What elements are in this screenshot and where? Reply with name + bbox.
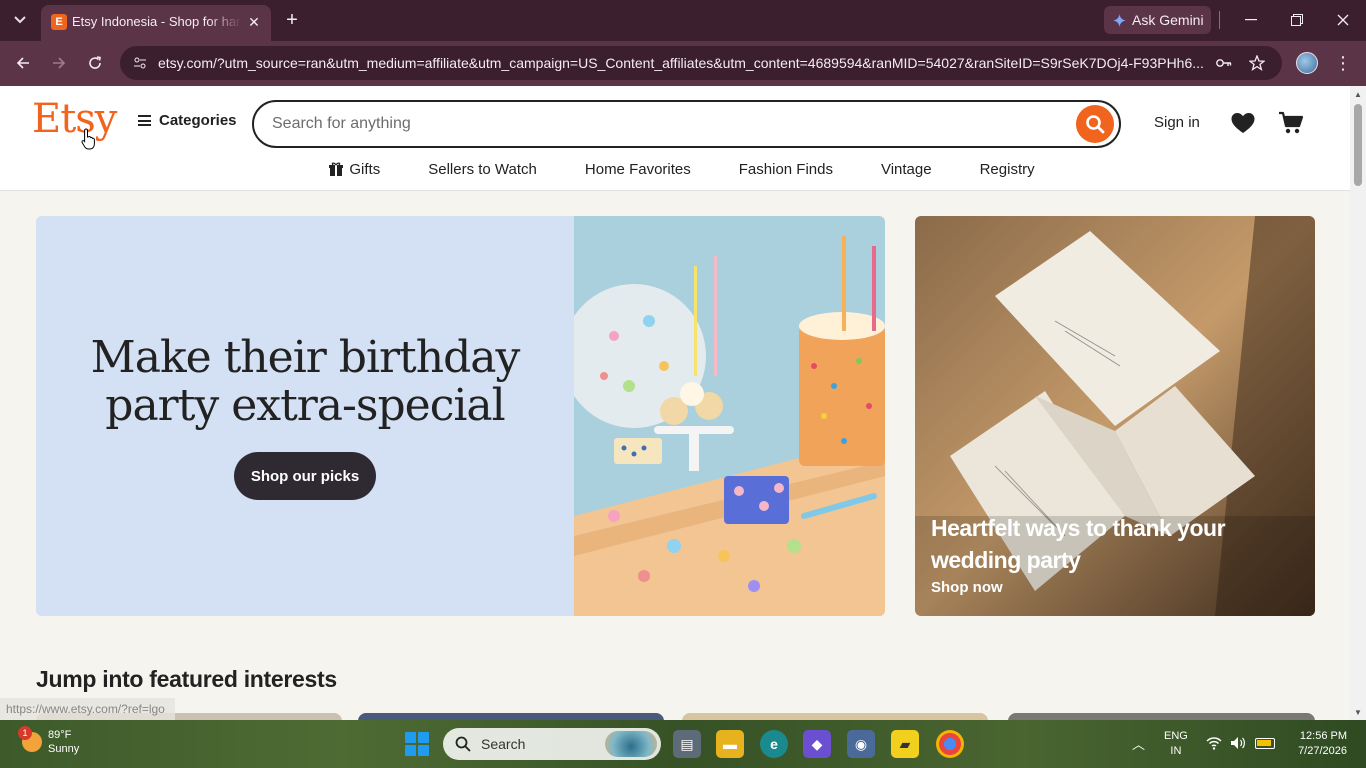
nav-item-label: Home Favorites	[584, 160, 691, 178]
address-bar[interactable]: etsy.com/?utm_source=ran&utm_medium=affi…	[120, 46, 1282, 80]
sign-in-link[interactable]: Sign in	[1154, 114, 1200, 131]
featured-interests-heading: Jump into featured interests	[36, 666, 337, 692]
etsy-favicon-icon: E	[51, 14, 67, 30]
back-arrow-icon[interactable]	[9, 49, 37, 77]
task-view-icon[interactable]: ▤	[673, 730, 701, 758]
notification-badge: 1	[18, 726, 32, 740]
search-icon	[1086, 115, 1105, 134]
ask-gemini-button[interactable]: Ask Gemini	[1104, 6, 1211, 34]
featured-interest-card[interactable]	[682, 713, 988, 720]
restore-icon[interactable]	[1277, 6, 1317, 34]
nav-item-vintage[interactable]: Vintage	[881, 158, 932, 180]
nav-item-home-favorites[interactable]: Home Favorites	[585, 158, 691, 180]
taskbar-search-label: Search	[481, 736, 526, 752]
browser-toolbar: etsy.com/?utm_source=ran&utm_medium=affi…	[0, 41, 1366, 86]
browser-menu-icon[interactable]: ⋮	[1334, 51, 1352, 75]
shop-now-link[interactable]: Shop now	[931, 579, 1003, 596]
browser-tab-etsy[interactable]: E Etsy Indonesia - Shop for handmade ✕	[41, 5, 271, 41]
nav-item-label: Vintage	[880, 160, 932, 178]
status-bar-link: https://www.etsy.com/?ref=lgo	[0, 698, 175, 720]
forward-arrow-icon[interactable]	[45, 49, 73, 77]
nav-item-gifts[interactable]: Gifts	[329, 158, 380, 180]
site-header: Etsy Categories Sign in Gifts	[0, 86, 1350, 191]
password-key-icon[interactable]	[1214, 53, 1234, 73]
battery-icon[interactable]	[1255, 738, 1275, 749]
wedding-party-promo[interactable]: Heartfelt ways to thank your wedding par…	[915, 216, 1315, 616]
url-text[interactable]: etsy.com/?utm_source=ran&utm_medium=affi…	[158, 55, 1203, 71]
nav-item-registry[interactable]: Registry	[980, 158, 1035, 180]
birthday-hero-banner[interactable]: Make their birthday party extra-special …	[36, 216, 885, 616]
tab-bar-divider	[1219, 11, 1220, 29]
hero-headline: Make their birthday party extra-special	[90, 332, 521, 431]
clock-date: 7/27/2026	[1298, 745, 1347, 757]
category-nav: Gifts Sellers to Watch Home Favorites Fa…	[0, 158, 1350, 180]
sticky-notes-icon[interactable]: ▰	[891, 730, 919, 758]
tab-list-chevron-icon[interactable]	[6, 7, 34, 33]
scrollbar-thumb[interactable]	[1354, 104, 1362, 186]
scroll-up-icon[interactable]: ▲	[1353, 89, 1363, 99]
weather-condition: Sunny	[48, 743, 80, 755]
clock-time: 12:56 PM	[1299, 730, 1347, 742]
file-explorer-icon[interactable]: ▬	[716, 730, 744, 758]
search-highlight-image	[605, 731, 657, 757]
volume-icon[interactable]	[1230, 736, 1246, 750]
input-language[interactable]: ENG IN	[1164, 729, 1188, 759]
categories-label: Categories	[159, 112, 237, 129]
windows-taskbar: 1 89°F Sunny Search ▤ ▬ e ◆ ◉ ▰ ︿ ENG IN…	[0, 720, 1366, 768]
reload-icon[interactable]	[81, 49, 109, 77]
show-hidden-icons-chevron-icon[interactable]: ︿	[1132, 734, 1145, 753]
cart-icon[interactable]	[1278, 110, 1304, 136]
scroll-down-icon[interactable]: ▼	[1353, 707, 1363, 717]
search-icon	[455, 736, 471, 752]
weather-widget[interactable]: 1 89°F Sunny	[18, 726, 80, 756]
promo-title: Heartfelt ways to thank your wedding par…	[931, 515, 1226, 573]
copilot-icon[interactable]: ◆	[803, 730, 831, 758]
etsy-logo[interactable]: Etsy	[32, 96, 117, 142]
shop-our-picks-button[interactable]: Shop our picks	[234, 452, 376, 500]
nav-item-label: Fashion Finds	[738, 160, 833, 178]
birthday-party-image	[574, 216, 885, 616]
profile-avatar[interactable]	[1296, 52, 1318, 74]
wifi-icon[interactable]	[1206, 736, 1222, 750]
categories-button[interactable]: Categories	[138, 112, 237, 129]
bookmark-star-icon[interactable]	[1247, 53, 1267, 73]
windows-start-icon[interactable]	[405, 732, 429, 756]
nav-item-sellers-to-watch[interactable]: Sellers to Watch	[428, 158, 537, 180]
language-code: ENG	[1164, 730, 1188, 742]
close-tab-icon[interactable]: ✕	[245, 13, 263, 31]
minimize-icon[interactable]	[1231, 6, 1271, 34]
nav-item-label: Registry	[979, 160, 1035, 178]
region-code: IN	[1170, 745, 1182, 757]
featured-interest-card[interactable]	[1008, 713, 1315, 720]
chrome-browser-icon[interactable]	[936, 730, 964, 758]
edge-browser-icon[interactable]: e	[760, 730, 788, 758]
site-info-tune-icon[interactable]	[130, 53, 150, 73]
taskbar-search[interactable]: Search	[443, 728, 661, 760]
page-scrollbar[interactable]: ▲ ▼	[1350, 86, 1366, 720]
camera-app-icon[interactable]: ◉	[847, 730, 875, 758]
browser-tab-bar: E Etsy Indonesia - Shop for handmade ✕ +…	[0, 0, 1366, 41]
nav-item-fashion-finds[interactable]: Fashion Finds	[739, 158, 833, 180]
nav-item-label: Gifts	[349, 160, 381, 178]
gemini-label: Ask Gemini	[1132, 12, 1204, 28]
mouse-pointer-icon	[81, 128, 95, 150]
sun-icon: 1	[18, 726, 42, 752]
gift-icon	[329, 162, 344, 176]
weather-temp: 89°F	[48, 729, 72, 741]
hamburger-menu-icon	[138, 115, 151, 126]
gemini-sparkle-icon	[1113, 13, 1126, 27]
tab-title: Etsy Indonesia - Shop for handmade	[72, 14, 242, 29]
nav-item-label: Sellers to Watch	[428, 160, 537, 178]
close-window-icon[interactable]	[1323, 6, 1363, 34]
search-submit-button[interactable]	[1076, 105, 1114, 143]
favorites-heart-icon[interactable]	[1230, 111, 1256, 135]
new-tab-icon[interactable]: +	[280, 8, 304, 32]
system-clock[interactable]: 12:56 PM 7/27/2026	[1285, 729, 1347, 759]
etsy-page: Etsy Categories Sign in Gifts	[0, 86, 1350, 720]
featured-interest-card[interactable]	[358, 713, 664, 720]
search-bar	[252, 100, 1121, 148]
search-input[interactable]	[272, 113, 1052, 135]
